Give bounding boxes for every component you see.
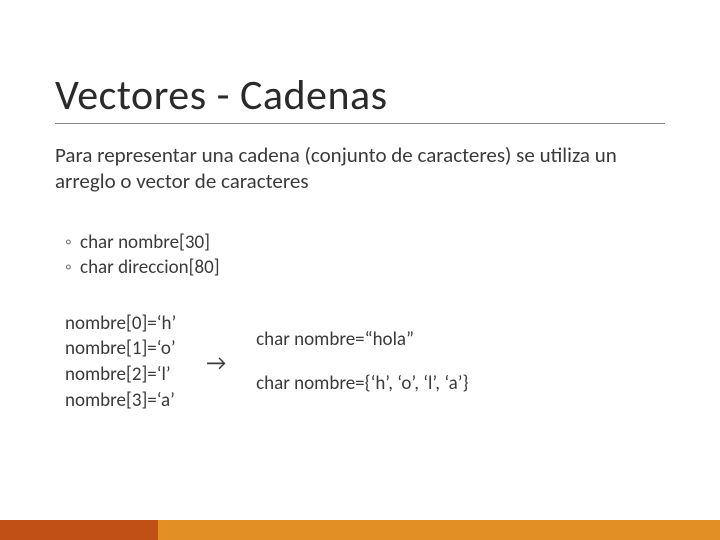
code-line: char nombre={‘h’, ‘o’, ‘l’, ‘a’}	[256, 371, 468, 397]
slide: Vectores - Cadenas Para representar una …	[0, 0, 720, 540]
code-line: char nombre=“hola”	[256, 327, 468, 353]
arrow-icon: →	[206, 349, 226, 376]
bullet-item: char nombre[30]	[65, 230, 665, 256]
bullet-item: char direccion[80]	[65, 255, 665, 281]
bullet-list: char nombre[30] char direccion[80]	[65, 230, 665, 281]
footer-bar	[0, 520, 720, 540]
intro-text: Para representar una cadena (conjunto de…	[55, 142, 665, 195]
example-columns: nombre[0]=‘h’ nombre[1]=‘o’ nombre[2]=‘l…	[65, 311, 665, 414]
code-line: nombre[1]=‘o’	[65, 336, 176, 362]
code-line: nombre[0]=‘h’	[65, 311, 176, 337]
footer-accent-1	[0, 520, 158, 540]
code-line: nombre[2]=‘l’	[65, 362, 176, 388]
example-right: char nombre=“hola” char nombre={‘h’, ‘o’…	[256, 327, 468, 396]
slide-title: Vectores - Cadenas	[55, 70, 665, 124]
code-line: nombre[3]=‘a’	[65, 388, 176, 414]
footer-accent-2	[158, 520, 720, 540]
example-left: nombre[0]=‘h’ nombre[1]=‘o’ nombre[2]=‘l…	[65, 311, 176, 414]
